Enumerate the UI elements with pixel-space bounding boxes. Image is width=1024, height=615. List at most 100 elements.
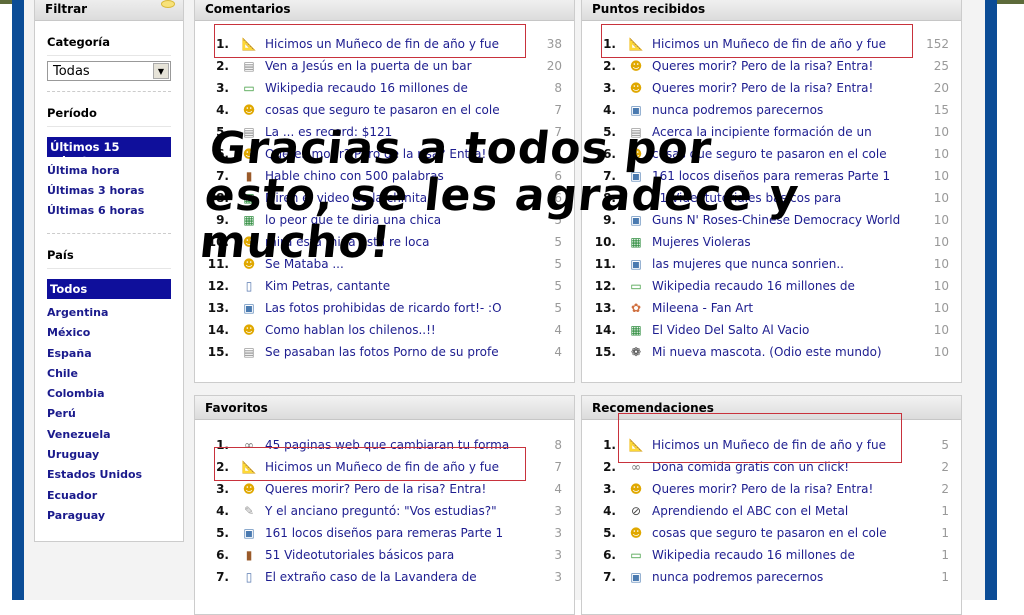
count: 10	[933, 213, 949, 227]
post-link[interactable]: Mileena - Fan Art	[652, 301, 922, 315]
rank: 4.	[603, 103, 616, 117]
ruler-icon: 📐	[628, 438, 644, 452]
post-link[interactable]: 161 locos diseños para remeras Parte 1	[265, 526, 535, 540]
list-item: 5. ☻ cosas que seguro te pasaron en el col…	[582, 522, 961, 544]
list-item: 14. ▦ El Video Del Salto Al Vacio 10	[582, 319, 961, 341]
ruler-icon: 📐	[241, 37, 257, 51]
post-link[interactable]: 45 paginas web que cambiaran tu forma	[265, 438, 535, 452]
post-link[interactable]: nunca podremos parecernos	[652, 103, 922, 117]
count: 10	[933, 301, 949, 315]
post-link[interactable]: Y el anciano preguntó: "Vos estudias?"	[265, 504, 535, 518]
categoria-select[interactable]: Todas ▼	[47, 61, 171, 81]
pais-option[interactable]: Uruguay	[47, 447, 171, 463]
pais-option[interactable]: Estados Unidos	[47, 467, 171, 483]
pais-option[interactable]: Chile	[47, 366, 171, 382]
count: 4	[554, 323, 562, 337]
rank: 15.	[594, 345, 616, 359]
rank: 3.	[216, 482, 229, 496]
rank: 2.	[603, 59, 616, 73]
pais-option[interactable]: México	[47, 325, 171, 341]
rank: 3.	[603, 81, 616, 95]
image-icon: ▣	[630, 103, 642, 117]
link-icon: ∞	[631, 460, 641, 474]
post-link[interactable]: cosas que seguro te pasaron en el cole	[652, 526, 922, 540]
periodo-option[interactable]: Últimos 15 minutos	[47, 137, 171, 168]
post-link[interactable]: Wikipedia recaudo 16 millones de	[652, 279, 922, 293]
post-link[interactable]: Queres morir? Pero de la risa? Entra!	[652, 482, 922, 496]
post-link[interactable]: Queres morir? Pero de la risa? Entra!	[652, 81, 922, 95]
post-link[interactable]: Hicimos un Muñeco de fin de año y fue	[265, 460, 535, 474]
rank: 1.	[216, 438, 229, 452]
count: 2	[941, 482, 949, 496]
rank: 15.	[207, 345, 229, 359]
post-link[interactable]: Wikipedia recaudo 16 millones de	[265, 81, 535, 95]
post-link[interactable]: Las fotos prohibidas de ricardo fort!- :…	[265, 301, 535, 315]
compass-icon: ⊘	[630, 504, 642, 518]
pais-option[interactable]: Argentina	[47, 305, 171, 321]
post-link[interactable]: Mi nueva mascota. (Odio este mundo)	[652, 345, 922, 359]
image-icon: ▣	[243, 301, 255, 315]
post-link[interactable]: Dona comida gratis con un click!	[652, 460, 922, 474]
pais-option[interactable]: Venezuela	[47, 427, 171, 443]
speech-icon: ✎	[243, 504, 255, 518]
count: 7	[554, 103, 562, 117]
list-item: 2. ∞ Dona comida gratis con un click! 2	[582, 456, 961, 478]
list-item: 3. ☻ Queres morir? Pero de la risa? Entra!…	[582, 478, 961, 500]
ruler-icon: 📐	[628, 37, 644, 51]
post-link[interactable]: cosas que seguro te pasaron en el cole	[265, 103, 535, 117]
post-link[interactable]: Aprendiendo el ABC con el Metal	[652, 504, 922, 518]
smiley-icon: ☻	[629, 59, 643, 73]
list-item: 1. ∞ 45 paginas web que cambiaran tu forma…	[195, 434, 574, 456]
periodo-option[interactable]: Última hora	[47, 163, 171, 179]
document-icon: ▤	[243, 59, 255, 73]
smiley-icon: ☻	[242, 103, 256, 117]
list-item: 4. ▣ nunca podremos parecernos 15	[582, 99, 961, 121]
post-link[interactable]: Hicimos un Muñeco de fin de año y fue	[265, 37, 535, 51]
image-icon: ▣	[630, 570, 642, 584]
post-link[interactable]: Ven a Jesús en la puerta de un bar	[265, 59, 535, 73]
rank: 13.	[207, 301, 229, 315]
post-link[interactable]: Queres morir? Pero de la risa? Entra!	[265, 482, 535, 496]
post-link[interactable]: nunca podremos parecernos	[652, 570, 922, 584]
periodo-option[interactable]: Últimas 3 horas	[47, 183, 171, 199]
pais-option[interactable]: Perú	[47, 406, 171, 422]
rank: 3.	[216, 81, 229, 95]
pais-option[interactable]: Paraguay	[47, 508, 171, 524]
left-border	[12, 0, 24, 600]
list-item: 2. ☻ Queres morir? Pero de la risa? Entra!…	[582, 55, 961, 77]
pais-option[interactable]: Ecuador	[47, 488, 171, 504]
list-item: 6. ▭ Wikipedia recaudo 16 millones de 1	[582, 544, 961, 566]
post-link[interactable]: Como hablan los chilenos..!!	[265, 323, 535, 337]
divider	[47, 91, 171, 92]
post-link[interactable]: 51 Videotutoriales básicos para	[265, 548, 535, 562]
post-link[interactable]: Queres morir? Pero de la risa? Entra!	[652, 59, 922, 73]
filter-sidebar: Filtrar Categoría Todas ▼ Período Últimos…	[34, 0, 184, 542]
periodo-option[interactable]: Últimas 6 horas	[47, 203, 171, 219]
post-link[interactable]: Kim Petras, cantante	[265, 279, 535, 293]
pais-option[interactable]: Colombia	[47, 386, 171, 402]
rank: 2.	[216, 460, 229, 474]
post-link[interactable]: Hicimos un Muñeco de fin de año y fue	[652, 37, 922, 51]
rank: 7.	[603, 570, 616, 584]
list-item: 13. ▣ Las fotos prohibidas de ricardo fort…	[195, 297, 574, 319]
count: 10	[933, 345, 949, 359]
list-item: 12. ▯ Kim Petras, cantante 5	[195, 275, 574, 297]
post-link[interactable]: El extraño caso de la Lavandera de	[265, 570, 535, 584]
post-link[interactable]: Wikipedia recaudo 16 millones de	[652, 548, 922, 562]
post-link[interactable]: Se pasaban las fotos Porno de su profe	[265, 345, 535, 359]
chevron-down-icon[interactable]: ▼	[153, 63, 169, 79]
rank: 2.	[216, 59, 229, 73]
overlay-line: Gracias a todos por	[207, 123, 715, 174]
post-link[interactable]: El Video Del Salto Al Vacio	[652, 323, 922, 337]
pais-option[interactable]: España	[47, 346, 171, 362]
rank: 14.	[207, 323, 229, 337]
pais-option[interactable]: Todos	[47, 279, 171, 299]
list-item: 13. ✿ Mileena - Fan Art 10	[582, 297, 961, 319]
post-link[interactable]: Hicimos un Muñeco de fin de año y fue	[652, 438, 922, 452]
speech-bubble-icon[interactable]	[161, 0, 175, 8]
count: 10	[933, 323, 949, 337]
count: 1	[941, 570, 949, 584]
panel-title: Comentarios	[195, 0, 574, 21]
count: 5	[941, 438, 949, 452]
list-item: 12. ▭ Wikipedia recaudo 16 millones de 10	[582, 275, 961, 297]
